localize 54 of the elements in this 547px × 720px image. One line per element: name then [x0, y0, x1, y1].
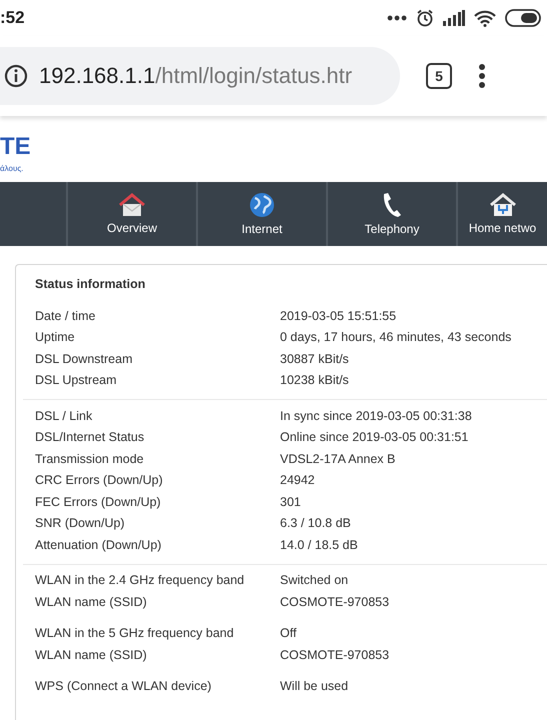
- wifi-icon: [474, 10, 496, 26]
- field-label: Attenuation (Down/Up): [35, 538, 162, 552]
- field-label: WLAN name (SSID): [35, 648, 148, 662]
- field-value: In sync since 2019-03-05 00:31:38: [280, 408, 472, 423]
- signal-icon: [443, 10, 465, 26]
- field-value: VDSL2-17A Annex B: [280, 452, 396, 466]
- logo-text: TE: [0, 132, 32, 162]
- field-label: WLAN in the 5 GHz frequency band: [35, 626, 235, 640]
- field-value: 14.0 / 18.5 dB: [280, 538, 358, 552]
- nav-item[interactable]: Overview: [68, 182, 198, 246]
- field-label: Transmission mode: [35, 452, 145, 466]
- info-icon[interactable]: [4, 64, 28, 88]
- field-value: COSMOTE-970853: [280, 648, 390, 662]
- field-value: 2019-03-05 15:51:55: [280, 308, 396, 323]
- field-label: FEC Errors (Down/Up): [35, 494, 162, 509]
- url-text: 192.168.1.1/html/login/status.htr: [39, 63, 352, 89]
- network-house-icon: [490, 193, 516, 217]
- alarm-clock-icon: [416, 9, 434, 27]
- field-value: COSMOTE-970853: [280, 594, 390, 609]
- field-label: WPS (Connect a WLAN device): [35, 679, 212, 694]
- field-value: Off: [280, 626, 296, 640]
- menu-icon[interactable]: [478, 63, 486, 89]
- field-label: DSL Downstream: [35, 352, 134, 366]
- field-value: 0 days, 17 hours, 46 minutes, 43 seconds: [280, 330, 512, 344]
- field-label: Date / time: [35, 308, 96, 323]
- field-value: 301: [280, 494, 301, 509]
- tab-count-button[interactable]: 5: [426, 63, 452, 89]
- field-value: 6.3 / 10.8 dB: [280, 516, 351, 530]
- field-label: WLAN name (SSID): [35, 594, 148, 609]
- field-label: CRC Errors (Down/Up): [35, 473, 164, 488]
- field-value: 30887 kBit/s: [280, 352, 349, 366]
- field-value: 10238 kBit/s: [280, 373, 349, 388]
- field-value: Switched on: [280, 573, 348, 588]
- more-dots-icon: [387, 15, 407, 21]
- address-bar[interactable]: 192.168.1.1/html/login/status.htr: [0, 47, 400, 105]
- field-value: Will be used: [280, 679, 348, 694]
- field-value: Online since 2019-03-05 00:31:51: [280, 430, 468, 444]
- nav-item[interactable]: Telephony: [328, 182, 458, 246]
- field-label: DSL/Internet Status: [35, 430, 146, 444]
- clock-time: :52: [0, 8, 25, 28]
- field-value: 24942: [280, 473, 315, 488]
- logo-tagline: άλους.: [0, 164, 24, 173]
- field-label: DSL Upstream: [35, 373, 118, 388]
- globe-icon: [249, 192, 275, 218]
- house-icon: [119, 193, 145, 217]
- field-label: DSL / Link: [35, 408, 94, 423]
- nav-item[interactable]: Internet: [198, 182, 328, 246]
- field-label: Uptime: [35, 330, 76, 344]
- panel-title: Status information: [34, 277, 146, 293]
- field-label: SNR (Down/Up): [35, 516, 126, 530]
- phone-icon: [381, 192, 403, 218]
- nav-item[interactable]: Home netwo: [458, 182, 547, 246]
- battery-icon: [505, 9, 541, 27]
- field-label: WLAN in the 2.4 GHz frequency band: [35, 573, 246, 588]
